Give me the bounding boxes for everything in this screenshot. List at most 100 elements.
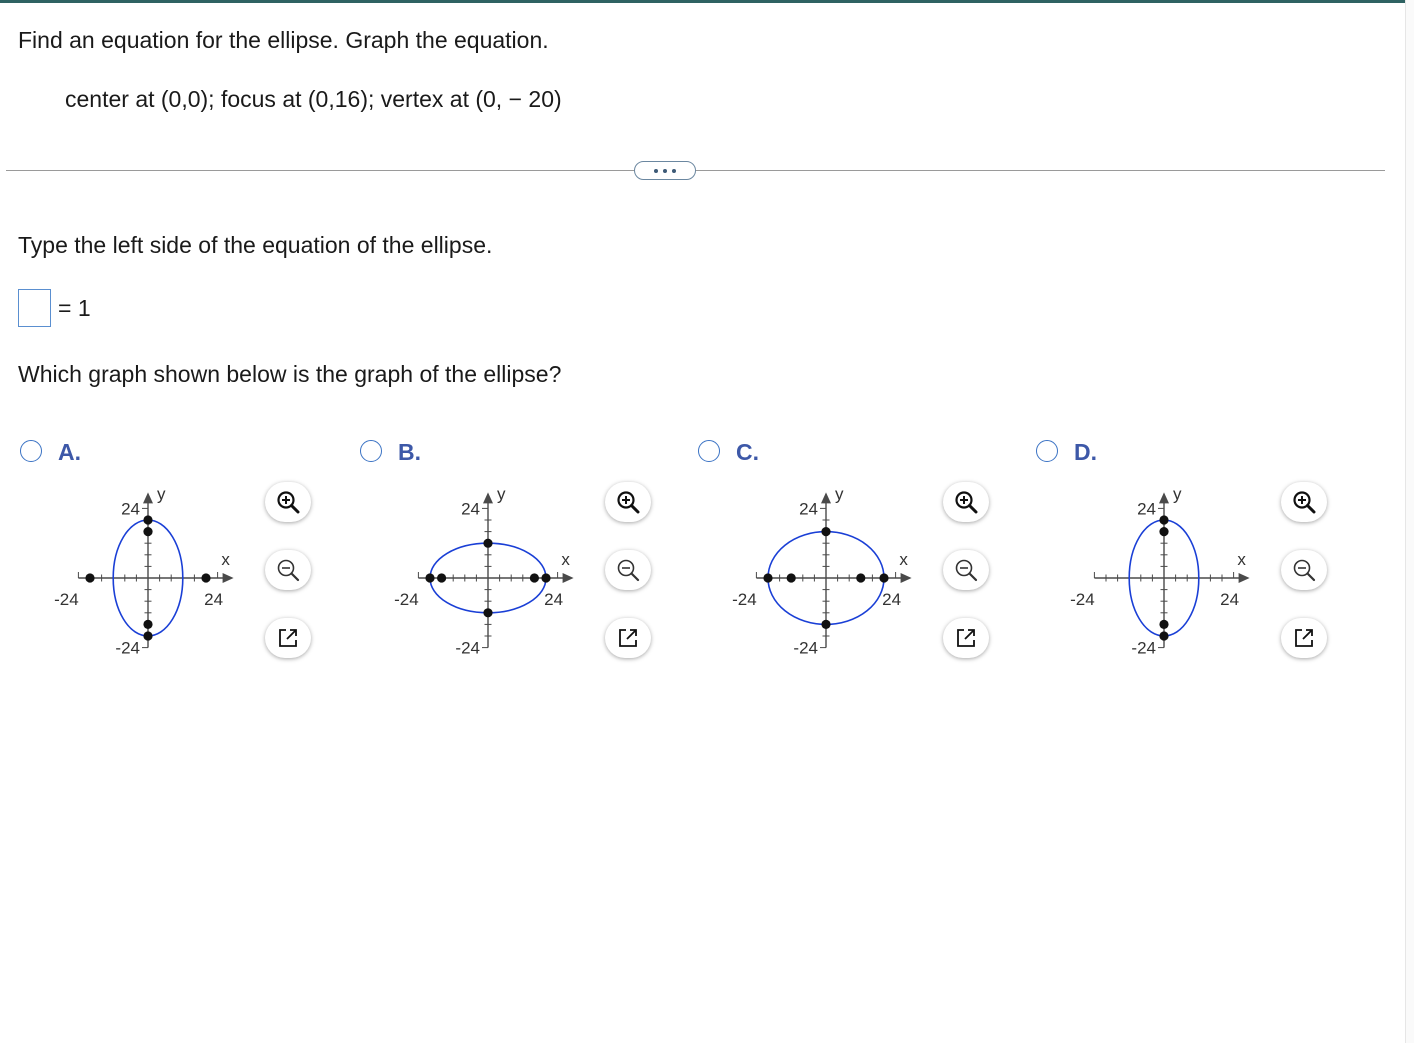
choice-radio[interactable]: [1036, 440, 1058, 462]
plot-point: [143, 515, 153, 525]
plot-point: [425, 573, 435, 583]
plot-point: [1159, 619, 1169, 629]
ellipse-graph: -24 24 24 -24 y x: [54, 484, 234, 658]
plot-point: [483, 608, 493, 618]
zoom-out-button[interactable]: [265, 550, 311, 590]
y-min-label: -24: [1131, 639, 1156, 658]
vertical-scrollbar[interactable]: [1405, 0, 1414, 1043]
popout-button[interactable]: [265, 618, 311, 658]
dot-icon: [663, 168, 667, 173]
plot-point: [85, 573, 95, 583]
zoom-in-button[interactable]: [1281, 482, 1327, 522]
part1-prompt: Type the left side of the equation of th…: [18, 232, 493, 258]
choice-letter: D.: [1074, 439, 1097, 465]
zoom-out-button[interactable]: [1281, 550, 1327, 590]
plot-point: [529, 573, 539, 583]
plot-point: [856, 573, 866, 583]
plot-point: [763, 573, 773, 583]
top-accent-bar: [0, 0, 1405, 3]
y-axis-arrow: [1159, 492, 1169, 504]
y-min-label: -24: [793, 639, 818, 658]
ellipse-graph: -24 24 24 -24 y x: [732, 484, 912, 658]
choice-b[interactable]: B. -24 24 24 -24 y x: [360, 430, 690, 670]
choice-radio[interactable]: [360, 440, 382, 462]
ellipse-graph: -24 24 24 -24 y x: [394, 484, 574, 658]
popout-icon: [619, 629, 637, 647]
popout-button[interactable]: [605, 618, 651, 658]
x-axis-label: x: [899, 550, 908, 569]
y-axis-label: y: [497, 484, 506, 503]
popout-icon: [279, 629, 297, 647]
y-max-label: 24: [799, 499, 818, 518]
choice-letter: A.: [58, 439, 81, 465]
popout-button[interactable]: [943, 618, 989, 658]
zoom-in-button[interactable]: [605, 482, 651, 522]
y-axis-arrow: [483, 492, 493, 504]
choice-c[interactable]: C. -24 24 24 -24 y x: [698, 430, 1028, 670]
answer-row: = 1: [18, 288, 91, 328]
plot-point: [786, 573, 796, 583]
zoom-in-icon: [1293, 491, 1316, 514]
zoom-out-icon: [955, 559, 978, 582]
equation-answer-input[interactable]: [18, 289, 51, 327]
zoom-in-icon: [955, 491, 978, 514]
y-max-label: 24: [461, 499, 480, 518]
x-max-label: 24: [1220, 590, 1239, 609]
ellipse-graph: -24 24 24 -24 y x: [1070, 484, 1250, 658]
plot-point: [483, 538, 493, 548]
y-axis-label: y: [1173, 484, 1182, 503]
y-max-label: 24: [1137, 499, 1156, 518]
zoom-out-icon: [1293, 559, 1316, 582]
x-axis-label: x: [561, 550, 570, 569]
y-min-label: -24: [115, 639, 140, 658]
part2-prompt: Which graph shown below is the graph of …: [18, 361, 562, 387]
plot-point: [201, 573, 211, 583]
zoom-in-icon: [277, 491, 300, 514]
x-min-label: -24: [1070, 590, 1095, 609]
zoom-in-button[interactable]: [265, 482, 311, 522]
choice-letter: C.: [736, 439, 759, 465]
x-axis-arrow: [222, 573, 234, 583]
x-max-label: 24: [882, 590, 901, 609]
y-max-label: 24: [121, 499, 140, 518]
x-min-label: -24: [394, 590, 419, 609]
x-min-label: -24: [54, 590, 79, 609]
plot-point: [143, 631, 153, 641]
zoom-out-icon: [617, 559, 640, 582]
choice-letter: B.: [398, 439, 421, 465]
zoom-out-button[interactable]: [943, 550, 989, 590]
y-axis-label: y: [157, 484, 166, 503]
plot-point: [143, 527, 153, 537]
plot-point: [821, 619, 831, 629]
y-axis-arrow: [143, 492, 153, 504]
zoom-out-icon: [277, 559, 300, 582]
choice-a[interactable]: A. -24 24 24 -24 y x: [20, 430, 350, 670]
choice-d[interactable]: D. -24 24 24 -24 y x: [1036, 430, 1366, 670]
dot-icon: [654, 168, 658, 173]
expand-more-button[interactable]: [634, 161, 696, 180]
y-min-label: -24: [455, 639, 480, 658]
x-min-label: -24: [732, 590, 757, 609]
choice-radio[interactable]: [698, 440, 720, 462]
plot-point: [1159, 631, 1169, 641]
x-max-label: 24: [204, 590, 223, 609]
plot-point: [1159, 515, 1169, 525]
zoom-out-button[interactable]: [605, 550, 651, 590]
plot-point: [1159, 527, 1169, 537]
zoom-in-button[interactable]: [943, 482, 989, 522]
x-axis-arrow: [562, 573, 574, 583]
x-axis-label: x: [1237, 550, 1246, 569]
choice-radio[interactable]: [20, 440, 42, 462]
dot-icon: [672, 168, 676, 173]
popout-icon: [1295, 629, 1313, 647]
equals-one-text: = 1: [58, 294, 91, 321]
question-title: Find an equation for the ellipse. Graph …: [18, 27, 549, 53]
question-given: center at (0,0); focus at (0,16); vertex…: [65, 86, 562, 112]
x-axis-arrow: [1238, 573, 1250, 583]
plot-point: [437, 573, 447, 583]
plot-point: [821, 527, 831, 537]
y-axis-arrow: [821, 492, 831, 504]
popout-button[interactable]: [1281, 618, 1327, 658]
plot-point: [541, 573, 551, 583]
y-axis-label: y: [835, 484, 844, 503]
